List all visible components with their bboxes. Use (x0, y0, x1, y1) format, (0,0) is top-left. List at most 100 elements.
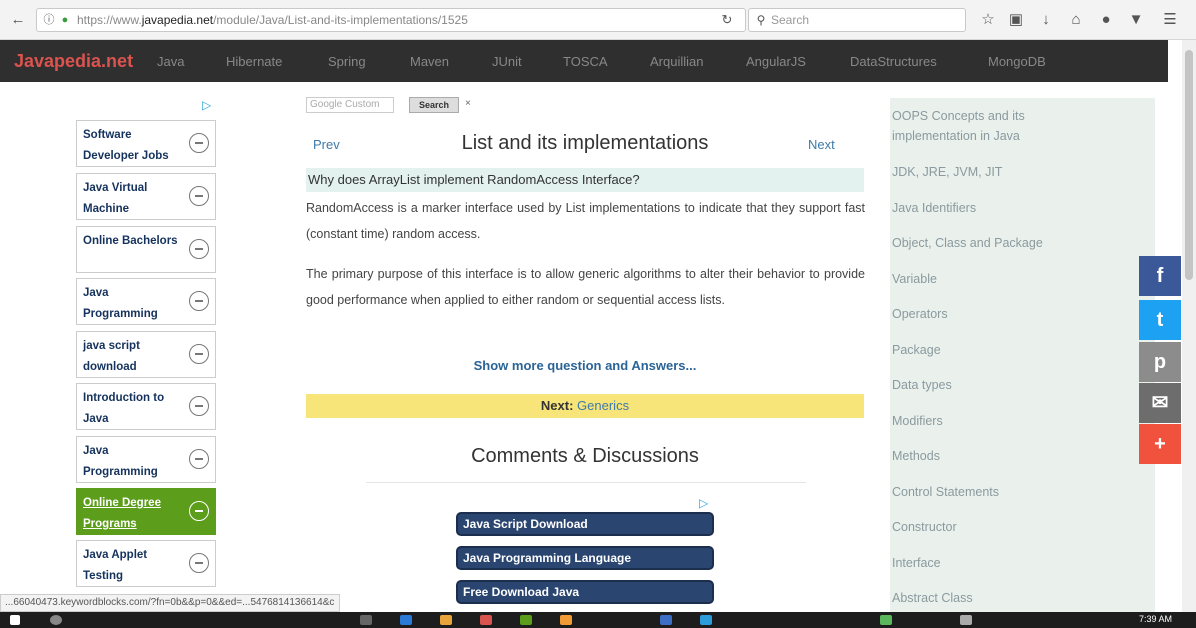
ad-link[interactable]: Java Programming (76, 278, 216, 325)
nav-item-angularjs[interactable]: AngularJS (746, 54, 806, 69)
sidebar-topic-link[interactable]: Operators (892, 304, 1072, 324)
nav-item-mongodb[interactable]: MongoDB (988, 54, 1046, 69)
pocket-icon[interactable]: ▼ (1126, 10, 1146, 30)
taskbar-app-icon[interactable] (440, 615, 452, 625)
nav-item-arquillian[interactable]: Arquillian (650, 54, 703, 69)
google-search-button[interactable]: Search (409, 97, 459, 113)
ad-pill-link[interactable]: Free Download Java (456, 580, 714, 604)
next-topic-link[interactable]: Generics (577, 398, 629, 413)
download-icon[interactable]: ↓ (1036, 10, 1056, 30)
ad-link[interactable]: java script download (76, 331, 216, 378)
taskbar-app-icon[interactable] (560, 615, 572, 625)
library-icon[interactable]: ▣ (1006, 10, 1026, 30)
nav-item-java[interactable]: Java (157, 54, 184, 69)
ad-link-label: java script download (83, 340, 140, 373)
sidebar-topic-link[interactable]: Modifiers (892, 411, 1072, 431)
ad-link[interactable]: Software Developer Jobs (76, 120, 216, 167)
ad-pill-link[interactable]: Java Script Download (456, 512, 714, 536)
ad-pill-link[interactable]: Java Programming Language (456, 546, 714, 570)
comments-heading: Comments & Discussions (471, 445, 699, 467)
taskbar-app-icon[interactable] (700, 615, 712, 625)
taskbar-app-icon[interactable] (480, 615, 492, 625)
ad-link[interactable]: Online Bachelors (76, 226, 216, 273)
home-icon[interactable]: ⌂ (1066, 10, 1086, 30)
twitter-share-icon[interactable]: t (1139, 300, 1181, 340)
next-topic-bar[interactable]: Next: Generics (306, 394, 864, 418)
sidebar-topic-link[interactable]: OOPS Concepts and its implementation in … (892, 106, 1072, 146)
search-icon[interactable] (50, 615, 62, 625)
browser-search-input[interactable]: ⚲ Search (748, 8, 966, 32)
answer-paragraph: The primary purpose of this interface is… (306, 267, 865, 307)
taskbar-app-icon[interactable] (960, 615, 972, 625)
sidebar-topic-link[interactable]: Data types (892, 375, 1072, 395)
sidebar-topic-link[interactable]: Java Identifiers (892, 198, 1072, 218)
prev-link[interactable]: Prev (313, 137, 340, 152)
sidebar-topic-link[interactable]: Variable (892, 269, 1072, 289)
search-icon: ⚲ (756, 13, 766, 27)
site-logo[interactable]: Javapedia.net (14, 51, 133, 72)
nav-item-junit[interactable]: JUnit (492, 54, 522, 69)
ad-link-label: Software Developer Jobs (83, 129, 169, 162)
nav-item-spring[interactable]: Spring (328, 54, 366, 69)
show-more-link[interactable]: Show more question and Answers... (306, 358, 864, 373)
question-heading: Why does ArrayList implement RandomAcces… (306, 168, 864, 192)
ad-link-label: Java Programming (83, 445, 158, 478)
arrow-circle-icon (189, 396, 209, 416)
ad-link-label: Java Virtual Machine (83, 182, 148, 215)
sidebar-topic-link[interactable]: JDK, JRE, JVM, JIT (892, 162, 1072, 182)
reload-icon[interactable]: ↻ (717, 10, 737, 30)
arrow-circle-icon (189, 501, 209, 521)
taskbar-app-icon[interactable] (660, 615, 672, 625)
arrow-circle-icon (189, 291, 209, 311)
ad-link-label: Java Applet Testing (83, 549, 148, 582)
address-bar[interactable]: ⓘ ● https://www.javapedia.net/module/Jav… (36, 8, 746, 32)
nav-item-maven[interactable]: Maven (410, 54, 449, 69)
clear-search-icon[interactable]: × (465, 98, 471, 109)
menu-icon[interactable]: ☰ (1160, 10, 1180, 30)
lock-icon: ● (61, 14, 69, 26)
sidebar-topic-link[interactable]: Package (892, 340, 1072, 360)
taskbar-app-icon[interactable] (400, 615, 412, 625)
sidebar-topic-link[interactable]: Control Statements (892, 482, 1072, 502)
adchoices-icon[interactable]: ▷ (699, 496, 708, 510)
sidebar-topic-link[interactable]: Abstract Class (892, 588, 1072, 608)
arrow-circle-icon (189, 133, 209, 153)
browser-toolbar: ← ⓘ ● https://www.javapedia.net/module/J… (0, 0, 1196, 40)
sidebar-topic-link[interactable]: Interface (892, 553, 1072, 573)
search-placeholder: Search (771, 13, 810, 27)
scrollbar-thumb[interactable] (1185, 50, 1193, 280)
sidebar-topic-link[interactable]: Constructor (892, 517, 1072, 537)
windows-taskbar: 7:39 AM (0, 612, 1196, 628)
answer-paragraph: RandomAccess is a marker interface used … (306, 201, 865, 241)
ad-link[interactable]: Introduction to Java (76, 383, 216, 430)
bookmark-star-icon[interactable]: ☆ (978, 10, 998, 30)
nav-item-hibernate[interactable]: Hibernate (226, 54, 282, 69)
facebook-share-icon[interactable]: f (1139, 256, 1181, 296)
ad-link-highlighted[interactable]: Online Degree Programs (76, 488, 216, 535)
pinterest-share-icon[interactable]: p (1139, 342, 1181, 382)
ad-link[interactable]: Java Virtual Machine (76, 173, 216, 220)
page-scrollbar[interactable] (1182, 40, 1196, 612)
taskbar-app-icon[interactable] (360, 615, 372, 625)
ad-link[interactable]: Java Programming (76, 436, 216, 483)
clock: 7:39 AM (1138, 614, 1172, 624)
sidebar-topic-link[interactable]: Object, Class and Package (892, 233, 1072, 253)
chat-icon[interactable]: ● (1096, 10, 1116, 30)
more-share-icon[interactable]: + (1139, 424, 1181, 464)
taskbar-app-icon[interactable] (520, 615, 532, 625)
topic-sidebar: OOPS Concepts and its implementation in … (890, 98, 1155, 612)
nav-item-tosca[interactable]: TOSCA (563, 54, 608, 69)
taskbar-app-icon[interactable] (880, 615, 892, 625)
next-topic-label: Next: (540, 398, 574, 413)
google-custom-search-input[interactable]: Google Custom (306, 97, 394, 113)
nav-item-datastructures[interactable]: DataStructures (850, 54, 937, 69)
back-icon[interactable]: ← (8, 10, 28, 30)
arrow-circle-icon (189, 239, 209, 259)
sidebar-topic-link[interactable]: Methods (892, 446, 1072, 466)
next-link[interactable]: Next (808, 137, 835, 152)
start-icon[interactable] (10, 615, 20, 625)
arrow-circle-icon (189, 553, 209, 573)
adchoices-icon[interactable]: ▷ (202, 98, 211, 112)
ad-link[interactable]: Java Applet Testing (76, 540, 216, 587)
email-share-icon[interactable]: ✉ (1139, 383, 1181, 423)
